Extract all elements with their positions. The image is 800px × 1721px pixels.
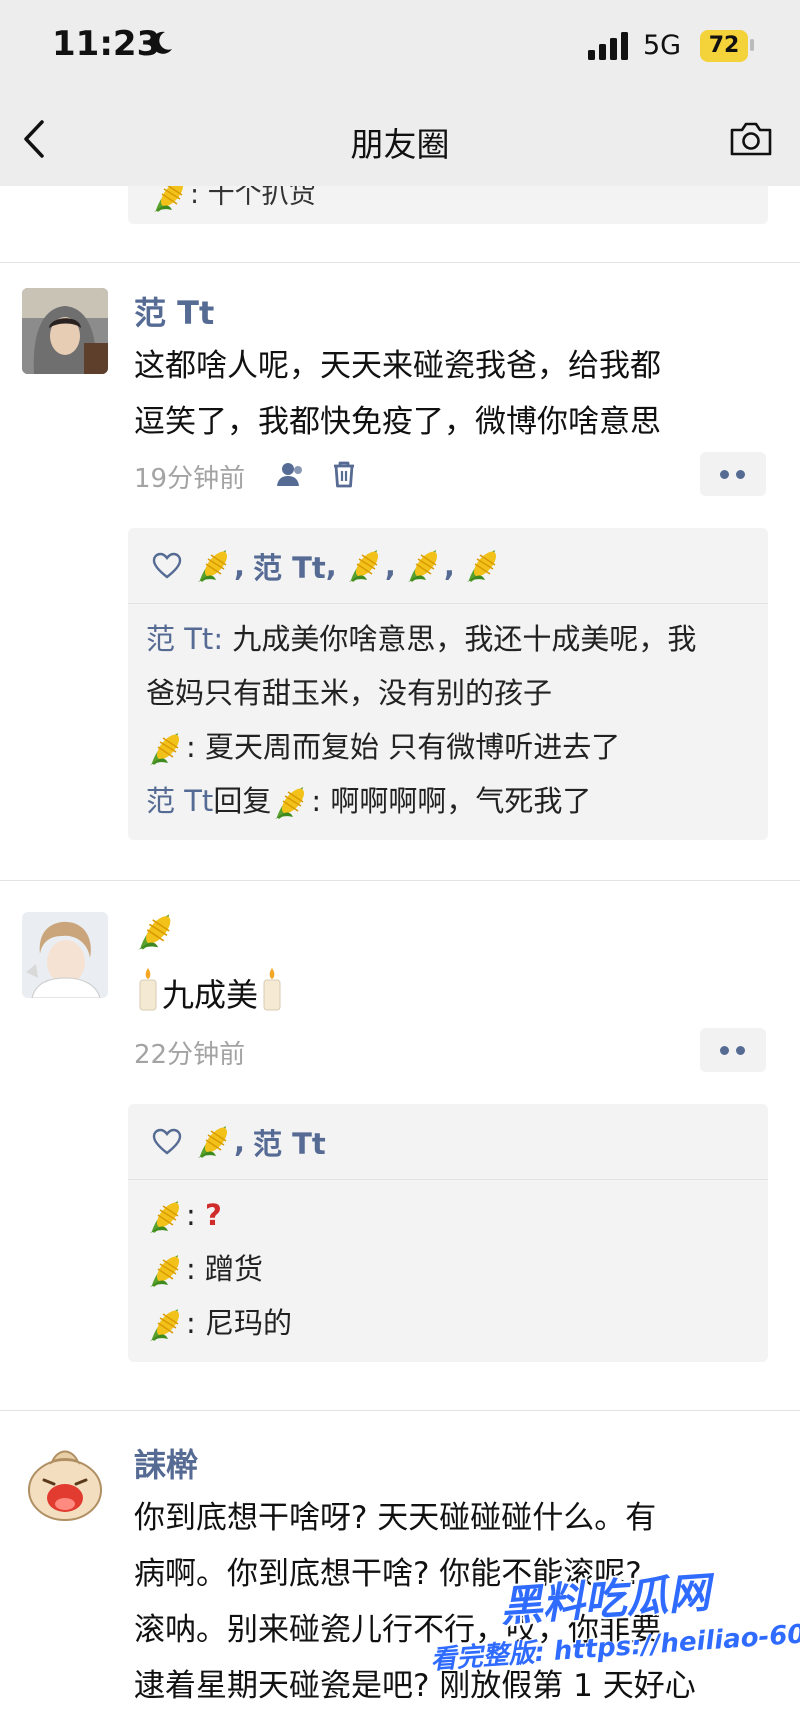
comment-text: 爸妈只有甜玉米，没有别的孩子 [146,676,553,710]
status-bar: 11:23 5G 72 [0,0,800,92]
corn-emoji-icon [404,546,444,586]
corn-emoji-icon [463,546,503,586]
comment-text: 九成美你啥意思，我还十成美呢，我 [232,622,697,656]
watermark: 黑料吃瓜网 看完整版: https://heiliao-60.com [430,1566,800,1721]
like-name[interactable]: 范 Tt [253,545,326,587]
comment-row: : 十个扒货 [150,186,316,216]
post-text: 这都啥人呢，天天来碰瓷我爸，给我都 逗笑了，我都快免疫了，微博你啥意思 [134,338,774,450]
friends-visibility-icon[interactable] [275,458,307,490]
comment-text: : 十个扒货 [190,186,316,210]
likes-row: , 范 Tt, , , [128,528,768,604]
comment-row[interactable]: 范 Tt: 九成美你啥意思，我还十成美呢，我 爸妈只有甜玉米，没有别的孩子 [146,612,744,720]
corn-emoji-icon [146,1251,186,1291]
corn-emoji-icon [134,910,178,954]
corn-emoji-icon [345,546,385,586]
comment-row[interactable]: : ? [146,1188,744,1242]
comment-row[interactable]: : 夏天周而复始 只有微博听进去了 [146,720,744,774]
post-text-line: 九成美 [162,976,259,1014]
like-name[interactable]: 范 Tt [253,1121,326,1163]
heart-icon [152,1128,182,1155]
candle-icon [258,966,286,1012]
comment-row[interactable]: 范 Tt回复: 啊啊啊啊，气死我了 [146,774,744,828]
poster-name[interactable]: 范 Tt [134,288,214,334]
avatar-image [22,1440,108,1526]
battery-indicator: 72 [700,30,748,62]
post-time: 22分钟前 [134,1040,246,1070]
comment-text: 尼玛的 [205,1306,293,1340]
avatar[interactable] [22,1440,108,1526]
heart-icon [152,552,182,579]
corn-emoji-icon [146,1197,186,1237]
status-time: 11:23 [52,24,161,64]
post-text-line: 这都啥人呢，天天来碰瓷我爸，给我都 [134,348,661,384]
comment-text: 夏天周而复始 只有微博听进去了 [205,730,621,764]
avatar[interactable] [22,288,108,374]
interaction-panel: , 范 Tt : ? : 蹭货 : 尼玛的 [128,1104,768,1362]
post-text: 九成美 [134,966,774,1023]
comment-list: : ? : 蹭货 : 尼玛的 [128,1180,768,1362]
post-time: 19分钟前 [134,464,246,494]
comment-text: ? [205,1198,222,1232]
reply-label: 回复 [213,784,272,818]
corn-emoji-icon [194,546,234,586]
camera-icon[interactable] [728,118,774,158]
comment-list: 范 Tt: 九成美你啥意思，我还十成美呢，我 爸妈只有甜玉米，没有别的孩子 : … [128,604,768,840]
likes-row: , 范 Tt [128,1104,768,1180]
previous-post-comments: : 十个扒货 [128,186,768,224]
divider [0,880,800,881]
delete-icon[interactable] [328,458,360,490]
page-title: 朋友圈 [350,125,450,164]
corn-emoji-icon [271,783,311,823]
comment-author[interactable]: 范 Tt [146,622,213,656]
candle-icon [134,966,162,1012]
comment-author[interactable]: 范 Tt [146,784,213,818]
post-text-line: 你到底想干啥呀? 天天碰碰碰什么。有 [134,1500,657,1536]
divider [0,1410,800,1411]
comment-row[interactable]: : 尼玛的 [146,1296,744,1350]
corn-emoji-icon [194,1122,234,1162]
comment-row[interactable]: : 蹭货 [146,1242,744,1296]
poster-name[interactable]: 誄檊 [134,1440,198,1486]
avatar-image [22,288,108,374]
avatar[interactable] [22,912,108,998]
corn-emoji-icon [146,1305,186,1345]
avatar-image [22,912,108,998]
poster-name[interactable] [134,910,178,954]
interaction-panel: , 范 Tt, , , 范 Tt: 九成美你啥意思，我还十成美呢，我 爸妈只有甜… [128,528,768,840]
post-text-line: 逗笑了，我都快免疫了，微博你啥意思 [134,404,661,440]
nav-bar: 朋友圈 [0,92,800,186]
moon-icon [151,31,172,54]
corn-emoji-icon [146,729,186,769]
comment-text: 啊啊啊啊，气死我了 [330,784,592,818]
signal-icon [588,32,628,60]
divider [0,262,800,263]
battery-cap [750,39,754,51]
corn-emoji-icon [150,186,190,216]
network-type: 5G [643,30,682,61]
more-button[interactable] [700,452,766,496]
comment-text: 蹭货 [205,1252,264,1286]
more-button[interactable] [700,1028,766,1072]
